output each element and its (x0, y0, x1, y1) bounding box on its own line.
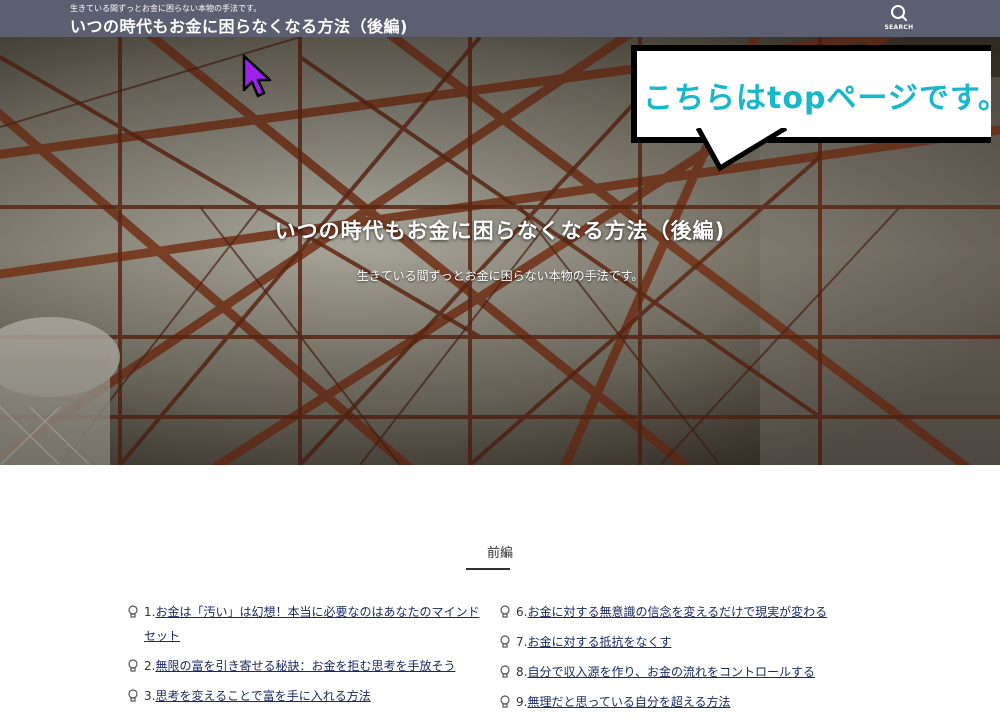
toc-item: 8.自分で収入源を作り、お金の流れをコントロールする (500, 660, 880, 684)
toc-item-number: 2. (144, 659, 156, 673)
toc-item: 1.お金は「汚い」は幻想！本当に必要なのはあなたのマインドセット (128, 600, 488, 648)
toc-list-left: 1.お金は「汚い」は幻想！本当に必要なのはあなたのマインドセット 2.無限の富を… (128, 600, 488, 714)
speech-bubble-tail (695, 128, 788, 172)
toc-item: 7.お金に対する抵抗をなくす (500, 630, 880, 654)
annotation-speech-bubble: こちらはtopページです。 (631, 45, 1000, 143)
toc-item: 2.無限の富を引き寄せる秘訣：お金を拒む思考を手放そう (128, 654, 488, 678)
search-icon (891, 5, 908, 22)
toc-item-number: 9. (516, 695, 528, 709)
toc-item-number: 3. (144, 689, 156, 703)
search-button[interactable]: SEARCH (880, 2, 918, 34)
toc-item-number: 6. (516, 605, 528, 619)
hero-subtitle: 生きている間ずっとお金に困らない本物の手法です。 (356, 269, 644, 283)
toc-item-link[interactable]: 無理だと思っている自分を超える方法 (527, 695, 730, 709)
hero-title: いつの時代もお金に困らなくなる方法（後編) (274, 219, 726, 243)
toc-item-link[interactable]: 無限の富を引き寄せる秘訣：お金を拒む思考を手放そう (155, 659, 455, 673)
lightbulb-icon (128, 605, 138, 618)
toc-item-number: 8. (516, 665, 528, 679)
toc-item-link[interactable]: お金は「汚い」は幻想！本当に必要なのはあなたのマインドセット (144, 605, 479, 643)
mouse-cursor-icon (242, 54, 272, 98)
toc-item-link[interactable]: お金に対する抵抗をなくす (527, 635, 671, 649)
lightbulb-icon (500, 605, 510, 618)
toc-item-number: 1. (144, 605, 156, 619)
lightbulb-icon (128, 689, 138, 702)
annotation-text: こちらはtopページです。 (643, 81, 1000, 116)
lightbulb-icon (500, 695, 510, 708)
toc-item-link[interactable]: お金に対する無意識の信念を変えるだけで現実が変わる (527, 605, 827, 619)
lightbulb-icon (500, 665, 510, 678)
toc-item-link[interactable]: 自分で収入源を作り、お金の流れをコントロールする (527, 665, 815, 679)
site-header: 生きている間ずっとお金に困らない本物の手法です。 いつの時代もお金に困らなくなる… (0, 0, 1000, 37)
toc-item: 6.お金に対する無意識の信念を変えるだけで現実が変わる (500, 600, 880, 624)
toc-item-number: 7. (516, 635, 528, 649)
site-title-link[interactable]: いつの時代もお金に困らなくなる方法（後編) (70, 13, 408, 37)
section-heading: 前編 (486, 546, 513, 561)
lightbulb-icon (128, 659, 138, 672)
search-label: SEARCH (884, 24, 914, 31)
section-heading-underline (466, 568, 510, 570)
lightbulb-icon (500, 635, 510, 648)
toc-item-link[interactable]: 思考を変えることで富を手に入れる方法 (155, 689, 370, 703)
toc-list-right: 6.お金に対する無意識の信念を変えるだけで現実が変わる 7.お金に対する抵抗をな… (500, 600, 880, 720)
toc-item: 3.思考を変えることで富を手に入れる方法 (128, 684, 488, 708)
toc-item: 9.無理だと思っている自分を超える方法 (500, 690, 880, 714)
